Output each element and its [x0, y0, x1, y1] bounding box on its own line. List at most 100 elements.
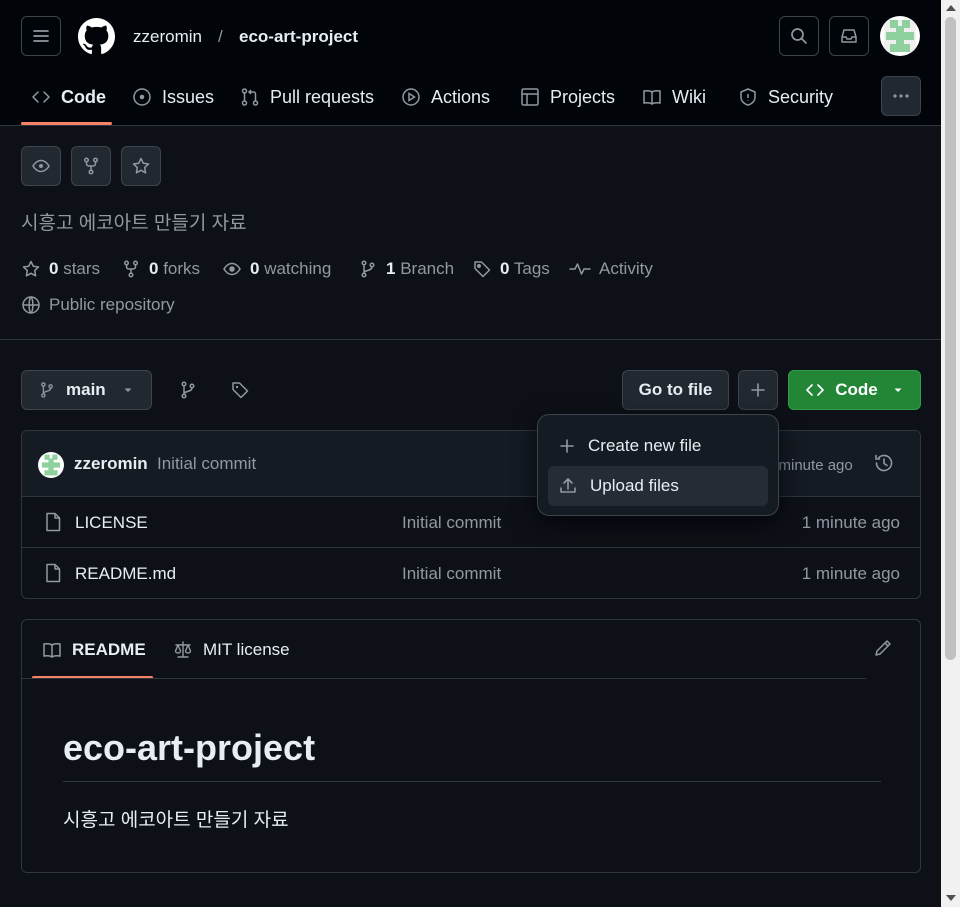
stars-count: 0 [49, 259, 59, 278]
tab-actions[interactable]: Actions [401, 84, 490, 110]
tab-readme[interactable]: README [42, 640, 146, 660]
table-icon [521, 88, 539, 106]
inbox-button[interactable] [829, 16, 869, 56]
tab-security[interactable]: Security [738, 84, 833, 110]
tab-label: Projects [550, 86, 616, 107]
section-divider [0, 339, 941, 340]
file-table: zzeromin Initial commit 1 minute ago LIC… [21, 430, 921, 599]
stars-stat[interactable]: 0 stars [21, 259, 100, 279]
menu-item-label: Upload files [590, 476, 679, 495]
forks-stat[interactable]: 0 forks [121, 259, 200, 279]
forks-label: forks [163, 259, 201, 278]
repo-description: 시흥고 에코아트 만들기 자료 [21, 213, 247, 234]
readme-title: eco-art-project [63, 727, 316, 768]
table-row[interactable]: LICENSE Initial commit 1 minute ago [22, 497, 920, 548]
star-button[interactable] [121, 146, 161, 186]
add-file-button[interactable] [738, 370, 778, 410]
file-commit-message[interactable]: Initial commit [402, 512, 501, 534]
tab-label: Issues [162, 86, 215, 107]
fork-button[interactable] [71, 146, 111, 186]
globe-icon [22, 296, 40, 314]
go-to-file-button[interactable]: Go to file [622, 370, 729, 410]
commit-message[interactable]: Initial commit [157, 453, 256, 475]
watching-label: watching [264, 259, 332, 278]
breadcrumb-separator: / [218, 27, 223, 46]
eye-icon [223, 262, 241, 276]
avatar[interactable] [880, 16, 920, 56]
star-icon [132, 157, 150, 174]
breadcrumb-repo[interactable]: eco-art-project [239, 26, 358, 48]
scroll-thumb[interactable] [945, 17, 956, 660]
vertical-scrollbar[interactable] [941, 0, 960, 907]
file-icon [46, 512, 61, 532]
search-icon [791, 28, 807, 44]
tab-label: Pull requests [270, 86, 375, 107]
search-button[interactable] [779, 16, 819, 56]
edit-readme-button[interactable] [872, 637, 894, 659]
avatar[interactable] [38, 452, 64, 478]
readme-tab-label: README [72, 640, 146, 659]
plus-icon [560, 439, 574, 453]
history-icon[interactable] [873, 452, 895, 474]
upload-files-item[interactable]: Upload files [548, 466, 768, 506]
github-logo-icon[interactable] [78, 18, 115, 55]
watching-count: 0 [250, 259, 260, 278]
issue-icon [133, 88, 151, 106]
readme-heading-rule [63, 781, 881, 782]
file-name[interactable]: LICENSE [75, 512, 148, 534]
tags-link[interactable] [228, 378, 252, 402]
branches-link[interactable] [176, 378, 200, 402]
law-icon [174, 641, 192, 658]
tab-license[interactable]: MIT license [173, 640, 290, 660]
breadcrumb-owner[interactable]: zzeromin [133, 26, 202, 48]
kebab-horizontal-icon [893, 94, 909, 98]
tab-pull-requests[interactable]: Pull requests [240, 84, 374, 110]
tab-label: Actions [431, 86, 491, 107]
readme-panel: README MIT license eco-art-project 시흥고 에… [21, 619, 921, 873]
more-tabs-button[interactable] [881, 76, 921, 116]
repo-header: zzeromin / eco-art-project Code Issues P… [0, 0, 941, 126]
inbox-icon [841, 29, 857, 43]
branch-icon [361, 260, 375, 278]
commit-time: 1 minute ago [766, 457, 853, 474]
visibility-stat: Public repository [21, 295, 175, 315]
tab-issues[interactable]: Issues [132, 84, 214, 110]
commit-author[interactable]: zzeromin [74, 453, 148, 475]
create-new-file-item[interactable]: Create new file [548, 426, 768, 466]
code-button-label: Code [835, 380, 878, 399]
tab-code[interactable]: Code [31, 84, 106, 110]
branch-selector[interactable]: main [21, 370, 152, 410]
watching-stat[interactable]: 0 watching [222, 259, 331, 279]
activity-link[interactable]: Activity [569, 259, 653, 279]
file-commit-message[interactable]: Initial commit [402, 563, 501, 585]
tags-stat[interactable]: 0 Tags [472, 259, 550, 279]
code-dropdown-button[interactable]: Code [788, 370, 921, 410]
book-icon [643, 89, 661, 105]
table-row[interactable]: README.md Initial commit 1 minute ago [22, 548, 920, 598]
tab-wiki[interactable]: Wiki [642, 84, 706, 110]
hamburger-icon [33, 30, 49, 42]
readme-body: 시흥고 에코아트 만들기 자료 [63, 810, 289, 831]
active-tab-indicator [21, 122, 112, 125]
menu-button[interactable] [21, 16, 61, 56]
add-file-menu: Create new file Upload files [537, 414, 779, 516]
activity-label: Activity [599, 259, 653, 278]
watch-button[interactable] [21, 146, 61, 186]
shield-icon [740, 88, 756, 106]
scroll-down-icon[interactable] [946, 895, 956, 901]
tab-label: Code [61, 86, 106, 107]
star-icon [22, 260, 40, 277]
tab-projects[interactable]: Projects [520, 84, 615, 110]
upload-icon [560, 478, 576, 493]
tags-label: Tags [513, 259, 550, 278]
branch-stat[interactable]: 1 Branch [358, 259, 454, 279]
file-time: 1 minute ago [801, 513, 900, 532]
scroll-up-icon[interactable] [946, 5, 956, 11]
pull-request-icon [241, 88, 259, 106]
pencil-icon [875, 640, 891, 656]
tags-count: 0 [500, 259, 510, 278]
branch-icon [181, 381, 195, 399]
branch-name: main [66, 380, 106, 399]
tab-label: Wiki [672, 86, 706, 107]
file-name[interactable]: README.md [75, 563, 176, 585]
